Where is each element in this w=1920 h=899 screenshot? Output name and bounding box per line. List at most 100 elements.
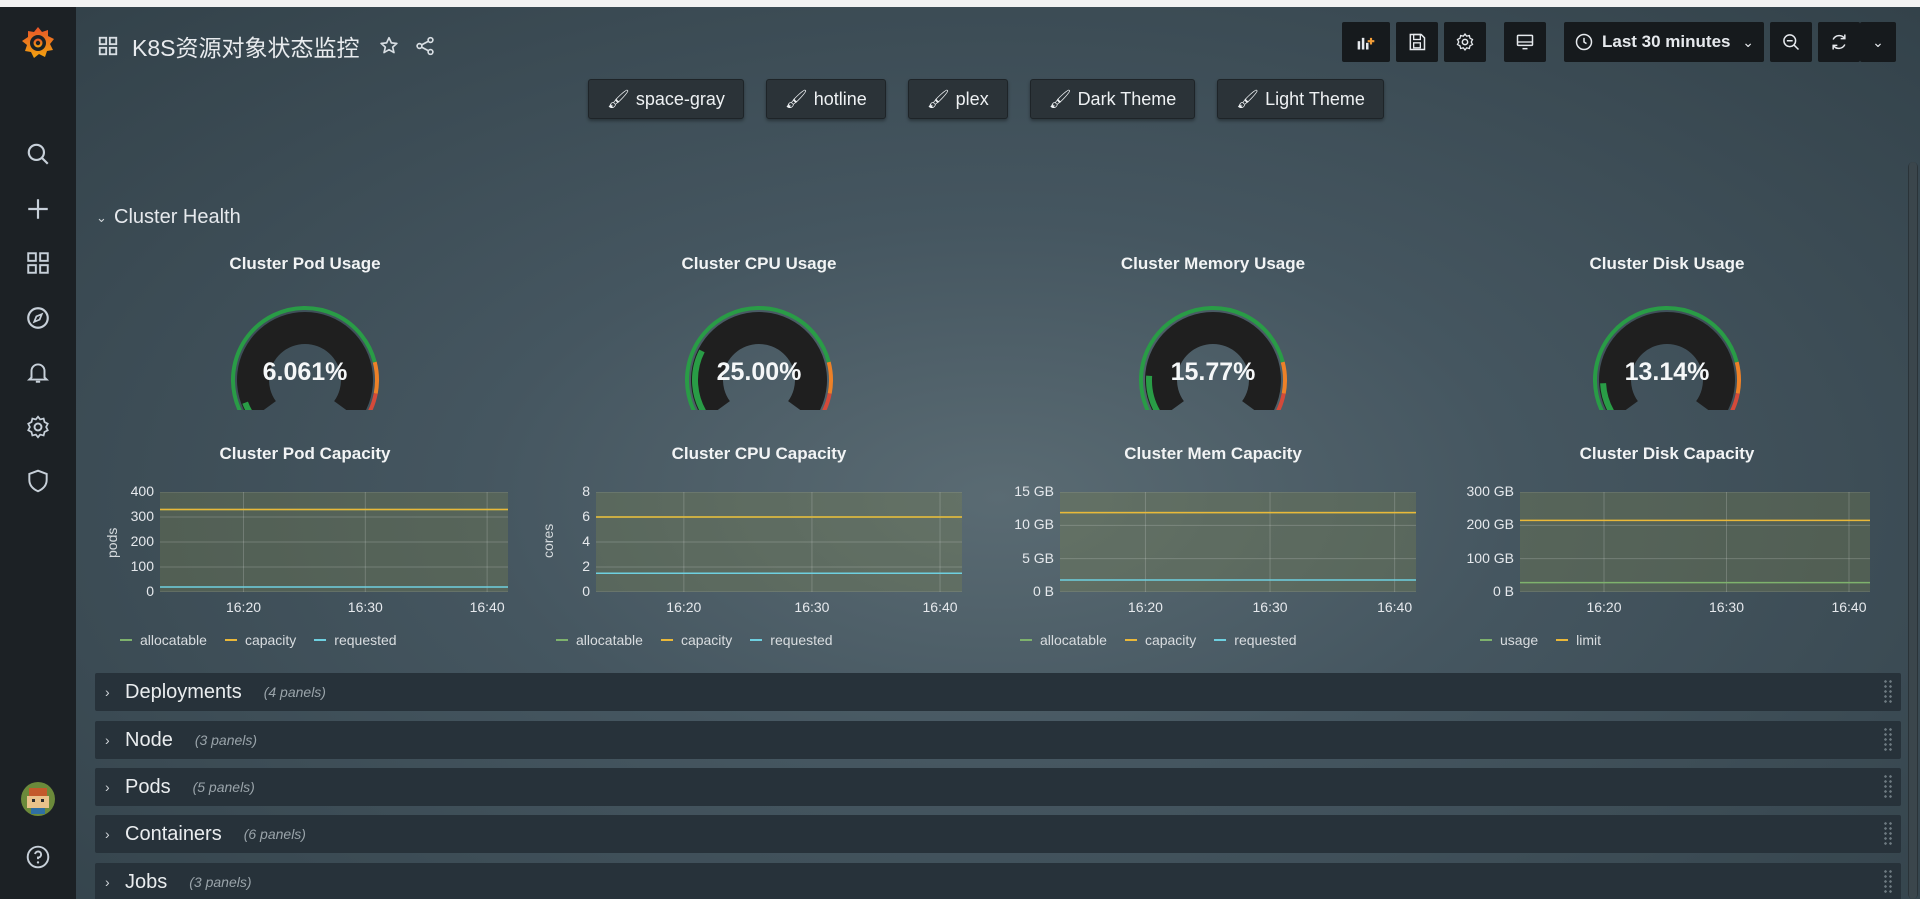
grafana-logo-icon[interactable] xyxy=(18,23,58,63)
row-panel-count: (3 panels) xyxy=(189,874,252,890)
dashboards-icon[interactable] xyxy=(22,247,54,279)
theme-button-hotline[interactable]: 🖌 hotline xyxy=(765,79,886,119)
legend-item[interactable]: capacity xyxy=(660,632,733,648)
sidebar xyxy=(0,7,76,899)
row-node[interactable]: › Node (3 panels) xyxy=(95,721,1901,759)
star-favorite-icon[interactable] xyxy=(377,34,401,58)
y-tick-label: 400 xyxy=(130,483,154,499)
time-range-picker[interactable]: Last 30 minutes ⌄ xyxy=(1564,22,1764,62)
configuration-gear-icon[interactable] xyxy=(22,411,54,443)
save-dashboard-button[interactable] xyxy=(1396,22,1438,62)
legend-item[interactable]: allocatable xyxy=(1020,632,1107,648)
brush-icon: 🖌 xyxy=(1236,88,1260,109)
gauge: 15.77% xyxy=(1133,300,1293,424)
graph-panel-title[interactable]: Cluster CPU Capacity xyxy=(549,444,969,464)
row-containers[interactable]: › Containers (6 panels) xyxy=(95,815,1901,853)
legend-item[interactable]: requested xyxy=(314,632,397,648)
legend-label: limit xyxy=(1576,632,1602,648)
x-tick-label: 16:40 xyxy=(1377,599,1413,615)
x-tick-label: 16:40 xyxy=(922,599,958,615)
y-tick-label: 6 xyxy=(582,508,590,524)
scrollbar[interactable] xyxy=(1908,162,1918,899)
server-admin-shield-icon[interactable] xyxy=(22,465,54,497)
user-avatar[interactable] xyxy=(21,782,55,816)
drag-handle-icon[interactable] xyxy=(1883,727,1893,753)
y-tick-label: 4 xyxy=(582,533,590,549)
dashboard-settings-button[interactable] xyxy=(1444,22,1486,62)
zoom-out-button[interactable] xyxy=(1770,22,1812,62)
gauge-panel-title[interactable]: Cluster Disk Usage xyxy=(1457,254,1877,274)
drag-handle-icon[interactable] xyxy=(1883,821,1893,847)
gauge-panel-title[interactable]: Cluster CPU Usage xyxy=(549,254,969,274)
dashboard-title[interactable]: K8S资源对象状态监控 xyxy=(132,29,359,63)
row-title: Deployments xyxy=(125,680,242,703)
legend-label: requested xyxy=(1234,632,1297,648)
x-tick-label: 16:20 xyxy=(225,599,262,615)
legend-item[interactable]: usage xyxy=(1480,632,1538,648)
graph-panel-title[interactable]: Cluster Pod Capacity xyxy=(95,444,515,464)
alerting-bell-icon[interactable] xyxy=(22,356,54,388)
create-plus-icon[interactable] xyxy=(22,193,54,225)
x-tick-label: 16:40 xyxy=(1831,599,1867,615)
theme-button-bar: 🖌 space-gray 🖌 hotline 🖌 plex 🖌 Dark Theme 🖌… xyxy=(588,79,1384,119)
cycle-view-mode-button[interactable] xyxy=(1504,22,1546,62)
chevron-down-icon: ⌄ xyxy=(1742,33,1754,50)
row-cluster-health[interactable]: ⌄ Cluster Health xyxy=(96,206,241,229)
y-tick-label: 5 GB xyxy=(1022,549,1054,566)
legend-swatch xyxy=(660,639,673,641)
share-icon[interactable] xyxy=(413,34,437,58)
toolbar-left-group xyxy=(1342,22,1486,62)
graph-legend: allocatable capacity requested xyxy=(556,632,833,648)
y-tick-label: 0 xyxy=(582,583,590,599)
chevron-right-icon: › xyxy=(105,732,110,748)
y-tick-label: 0 xyxy=(146,583,154,599)
row-deployments[interactable]: › Deployments (4 panels) xyxy=(95,673,1901,711)
legend-item[interactable]: allocatable xyxy=(556,632,643,648)
row-pods[interactable]: › Pods (5 panels) xyxy=(95,768,1901,806)
dashboard-grid-icon[interactable] xyxy=(96,34,120,58)
theme-label: space-gray xyxy=(635,88,725,109)
row-jobs[interactable]: › Jobs (3 panels) xyxy=(95,863,1901,899)
graph-panel-title[interactable]: Cluster Disk Capacity xyxy=(1457,444,1877,464)
explore-compass-icon[interactable] xyxy=(22,302,54,334)
y-tick-label: 100 xyxy=(130,558,154,574)
legend-item[interactable]: capacity xyxy=(1124,632,1196,648)
gauge: 25.00% xyxy=(679,300,839,424)
scrollbar-thumb[interactable] xyxy=(1909,162,1917,899)
legend-swatch xyxy=(750,639,763,641)
gauge-value: 25.00% xyxy=(716,358,802,386)
x-tick-label: 16:20 xyxy=(666,599,702,615)
plot-background xyxy=(1060,492,1416,592)
add-panel-button[interactable] xyxy=(1342,22,1390,62)
legend-item[interactable]: capacity xyxy=(224,632,296,648)
legend-item[interactable]: limit xyxy=(1556,632,1601,648)
refresh-interval-dropdown[interactable]: ⌄ xyxy=(1860,22,1896,62)
search-icon[interactable] xyxy=(22,138,54,170)
drag-handle-icon[interactable] xyxy=(1883,774,1893,800)
graph-panel-title[interactable]: Cluster Mem Capacity xyxy=(1003,444,1423,464)
refresh-button[interactable] xyxy=(1818,22,1860,62)
gauge-value: 15.77% xyxy=(1170,358,1256,386)
gauge-panel-title[interactable]: Cluster Pod Usage xyxy=(95,254,515,274)
theme-button-light[interactable]: 🖌 Light Theme xyxy=(1217,79,1384,119)
dashboard-header: K8S资源对象状态监控 Last 30 minutes ⌄ ⌄ xyxy=(76,7,1920,77)
gauge-panel-title[interactable]: Cluster Memory Usage xyxy=(1003,254,1423,274)
graph-plot-area xyxy=(160,492,508,592)
row-title: Cluster Health xyxy=(114,206,241,228)
y-tick-label: 2 xyxy=(582,558,590,574)
legend-label: allocatable xyxy=(576,632,643,648)
graph-plot-area xyxy=(1520,492,1870,592)
help-icon[interactable] xyxy=(22,841,54,873)
legend-item[interactable]: requested xyxy=(750,632,833,648)
drag-handle-icon[interactable] xyxy=(1883,869,1893,895)
theme-button-dark[interactable]: 🖌 Dark Theme xyxy=(1029,79,1196,119)
legend-item[interactable]: allocatable xyxy=(120,632,207,648)
row-panel-count: (6 panels) xyxy=(243,826,306,842)
drag-handle-icon[interactable] xyxy=(1883,679,1893,705)
theme-button-space-gray[interactable]: 🖌 space-gray xyxy=(588,79,744,119)
legend-label: capacity xyxy=(680,632,733,648)
chevron-down-icon: ⌄ xyxy=(1872,33,1884,50)
theme-button-plex[interactable]: 🖌 plex xyxy=(907,79,1008,119)
legend-label: requested xyxy=(770,632,833,648)
legend-item[interactable]: requested xyxy=(1214,632,1297,648)
